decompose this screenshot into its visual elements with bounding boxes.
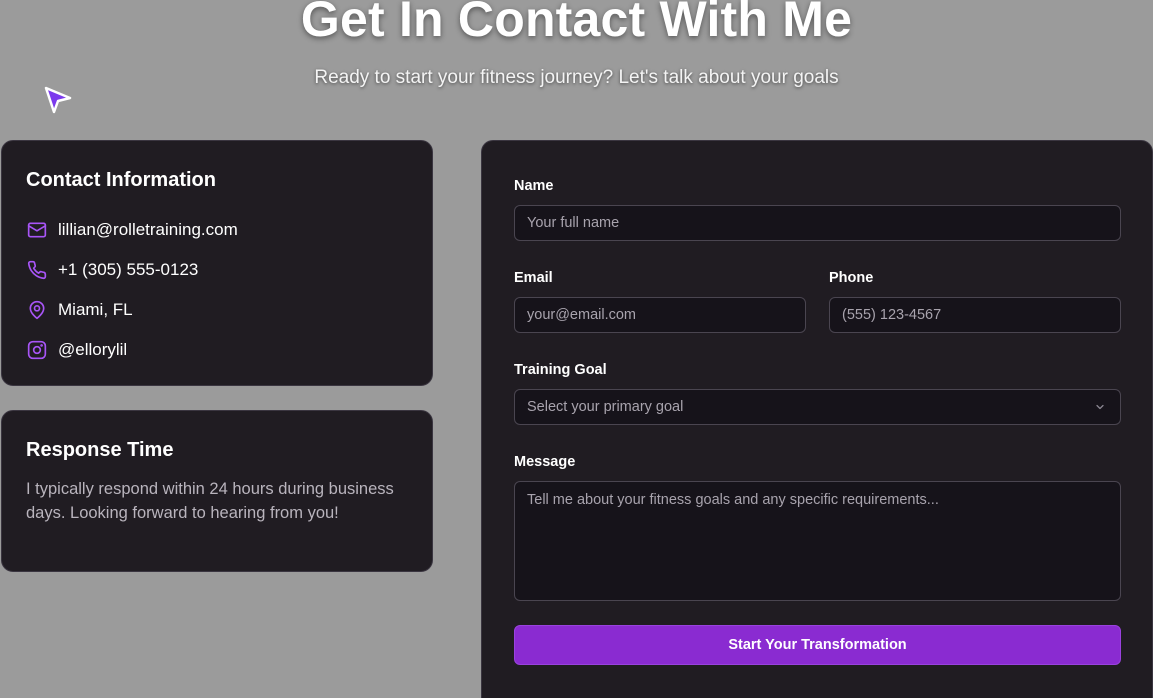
contact-email-text: lillian@rolletraining.com	[58, 220, 238, 239]
response-time-text: I typically respond within 24 hours duri…	[26, 480, 394, 522]
contact-location: Miami, FL	[26, 298, 133, 322]
instagram-icon	[26, 339, 48, 361]
contact-phone-text: +1 (305) 555-0123	[58, 260, 199, 279]
page-title: Get In Contact With Me	[300, 0, 853, 47]
location-pin-icon	[26, 299, 48, 321]
mouse-cursor-icon	[44, 86, 72, 114]
contact-instagram-text: @ellorylil	[58, 340, 128, 359]
contact-information-card: Contact Information lillian@rolletrainin…	[1, 140, 433, 386]
phone-input[interactable]	[829, 297, 1121, 333]
contact-form-card: Name Email Phone Training Goal Select yo…	[481, 140, 1153, 698]
contact-page: Get In Contact With Me Ready to start yo…	[0, 0, 1153, 698]
training-goal-placeholder: Select your primary goal	[527, 399, 684, 415]
response-time-card: Response Time I typically respond within…	[1, 410, 433, 572]
contact-location-text: Miami, FL	[58, 300, 133, 319]
contact-phone[interactable]: +1 (305) 555-0123	[26, 258, 198, 282]
name-input[interactable]	[514, 205, 1121, 241]
message-textarea[interactable]	[514, 481, 1121, 601]
message-label: Message	[514, 454, 576, 470]
phone-icon	[26, 259, 48, 281]
contact-information-title: Contact Information	[26, 169, 216, 191]
page-subtitle: Ready to start your fitness journey? Let…	[314, 67, 839, 88]
training-goal-select[interactable]: Select your primary goal	[514, 389, 1121, 425]
contact-email[interactable]: lillian@rolletraining.com	[26, 218, 238, 242]
email-input[interactable]	[514, 297, 806, 333]
email-label: Email	[514, 270, 553, 286]
chevron-down-icon	[1096, 404, 1104, 410]
contact-instagram[interactable]: @ellorylil	[26, 338, 127, 362]
name-label: Name	[514, 178, 554, 194]
response-time-title: Response Time	[26, 439, 174, 461]
start-transformation-button[interactable]: Start Your Transformation	[514, 625, 1121, 665]
training-goal-label: Training Goal	[514, 362, 607, 378]
mail-icon	[26, 219, 48, 241]
phone-label: Phone	[829, 270, 874, 286]
